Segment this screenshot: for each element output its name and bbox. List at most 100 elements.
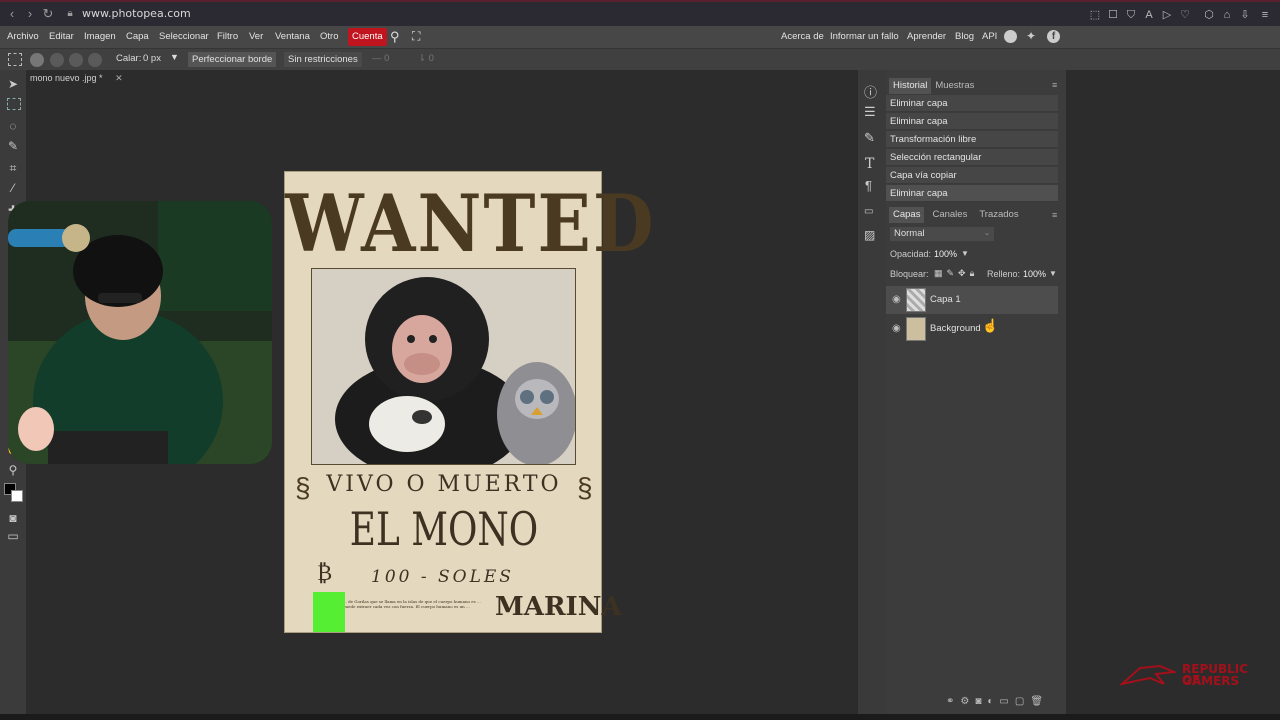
reload-icon[interactable]: ↻ bbox=[40, 6, 56, 22]
layer-row-capa-1[interactable]: ◉ Capa 1 bbox=[886, 286, 1058, 314]
bookmark-icon[interactable]: ☐ bbox=[1106, 8, 1120, 22]
poster-left-ornament-icon: § bbox=[295, 472, 311, 503]
menu-icon[interactable]: ≡ bbox=[1258, 8, 1272, 22]
eyedropper-tool-icon[interactable]: ⁄ bbox=[5, 180, 21, 196]
blend-mode-select[interactable]: Normal ⌄ bbox=[890, 227, 994, 241]
menu-ventana[interactable]: Ventana bbox=[271, 26, 314, 48]
green-k-logo bbox=[313, 592, 345, 632]
zoom-tool-icon[interactable]: ⚲ bbox=[5, 462, 21, 478]
document-tab[interactable]: mono nuevo .jpg * ✕ bbox=[30, 73, 123, 87]
fullscreen-icon[interactable]: ⛶ bbox=[412, 29, 420, 44]
crop-tool-icon[interactable]: ⌗ bbox=[5, 160, 21, 176]
link-aprender[interactable]: Aprender bbox=[903, 26, 950, 48]
mode-new-icon[interactable] bbox=[30, 53, 44, 67]
fill-dropdown-icon[interactable]: ▼ bbox=[1049, 269, 1057, 278]
lasso-tool-icon[interactable]: ◌ bbox=[5, 118, 21, 134]
extensions-icon[interactable]: ⬡ bbox=[1202, 8, 1216, 22]
eye-icon[interactable]: ◉ bbox=[892, 294, 901, 305]
tab-muestras[interactable]: Muestras bbox=[931, 78, 978, 94]
link-api[interactable]: API bbox=[978, 26, 1001, 48]
menu-archivo[interactable]: Archivo bbox=[3, 26, 43, 48]
mode-subtract-icon[interactable] bbox=[69, 53, 83, 67]
properties-icon[interactable]: ☰ bbox=[864, 104, 876, 120]
image-icon[interactable]: ▨ bbox=[864, 228, 875, 242]
panel-icon-strip: ⓘ ☰ ✎ T ¶ ▭ ▨ bbox=[858, 70, 886, 714]
opacity-input[interactable]: 100% bbox=[934, 249, 957, 259]
history-item[interactable]: Capa vía copiar bbox=[886, 167, 1058, 184]
layers-menu-icon[interactable]: ≡ bbox=[1052, 210, 1057, 220]
dropdown-arrow-icon[interactable]: ▼ bbox=[170, 52, 179, 62]
rect-select-tool-icon[interactable] bbox=[7, 98, 21, 110]
history-item[interactable]: Selección rectangular bbox=[886, 149, 1058, 166]
translate-icon[interactable]: A bbox=[1142, 8, 1156, 22]
poster-fine-print: ... de Gorilas que se llama en la islas … bbox=[343, 599, 481, 609]
marquee-icon[interactable] bbox=[8, 53, 22, 66]
tab-capas[interactable]: Capas bbox=[889, 207, 925, 223]
layer-name[interactable]: Background bbox=[930, 323, 981, 334]
opacity-label: Opacidad: bbox=[890, 249, 932, 259]
poster-name: EL MONO bbox=[349, 502, 539, 556]
profile-icon[interactable]: ⌂ bbox=[1220, 8, 1234, 22]
mode-intersect-icon[interactable] bbox=[88, 53, 102, 67]
wanted-poster-image: WANTED VIVO O MUERTO EL MONO 100 - SOLES… bbox=[284, 171, 654, 633]
info-icon[interactable]: ⓘ bbox=[864, 82, 877, 101]
lock-options-icons[interactable]: ▦✎✥🔒︎ bbox=[934, 268, 978, 279]
calar-input[interactable]: 0 px bbox=[143, 53, 161, 64]
screen-mode-icon[interactable]: ▭ bbox=[5, 528, 21, 544]
history-menu-icon[interactable]: ≡ bbox=[1052, 80, 1057, 90]
link-acerca[interactable]: Acerca de bbox=[777, 26, 828, 48]
fill-label: Relleno: bbox=[987, 269, 1021, 279]
brush-icon[interactable]: ✎ bbox=[864, 130, 875, 146]
link-informar[interactable]: Informar un fallo bbox=[826, 26, 903, 48]
character-icon[interactable]: T bbox=[865, 156, 874, 172]
facebook-icon[interactable]: f bbox=[1047, 30, 1060, 43]
fill-input[interactable]: 100% bbox=[1023, 269, 1046, 279]
width-field[interactable]: — 0 bbox=[372, 53, 389, 64]
tab-trazados[interactable]: Trazados bbox=[975, 207, 1022, 223]
menu-otro[interactable]: Otro bbox=[316, 26, 342, 48]
history-item[interactable]: Eliminar capa bbox=[886, 95, 1058, 112]
quick-mask-icon[interactable]: ◙ bbox=[5, 510, 21, 526]
magic-wand-tool-icon[interactable]: ✎ bbox=[5, 138, 21, 154]
close-tab-icon[interactable]: ✕ bbox=[115, 73, 123, 83]
menu-imagen[interactable]: Imagen bbox=[80, 26, 120, 48]
layer-row-background[interactable]: ◉ Background bbox=[886, 315, 1058, 343]
history-item[interactable]: Eliminar capa bbox=[886, 113, 1058, 130]
height-field[interactable]: ⇂ 0 bbox=[418, 53, 434, 64]
mode-add-icon[interactable] bbox=[50, 53, 64, 67]
address-bar[interactable]: www.photopea.com bbox=[82, 7, 191, 20]
twitter-icon[interactable]: ✦ bbox=[1026, 29, 1036, 43]
back-icon[interactable]: ‹ bbox=[4, 6, 20, 22]
history-item[interactable]: Transformación libre bbox=[886, 131, 1058, 148]
menu-ver[interactable]: Ver bbox=[245, 26, 267, 48]
menu-cuenta[interactable]: Cuenta bbox=[348, 28, 387, 46]
poster-right-ornament-icon: § bbox=[577, 472, 593, 503]
reddit-icon[interactable] bbox=[1004, 30, 1017, 43]
background-color-swatch[interactable] bbox=[11, 490, 23, 502]
heart-icon[interactable]: ♡ bbox=[1178, 8, 1192, 22]
tab-canales[interactable]: Canales bbox=[928, 207, 971, 223]
perfeccionar-borde-button[interactable]: Perfeccionar borde bbox=[188, 52, 277, 67]
css-icon[interactable]: ▭ bbox=[864, 206, 873, 217]
paragraph-icon[interactable]: ¶ bbox=[865, 178, 872, 193]
history-item-current[interactable]: Eliminar capa bbox=[886, 185, 1058, 202]
layer-name[interactable]: Capa 1 bbox=[930, 294, 961, 305]
menu-filtro[interactable]: Filtro bbox=[213, 26, 242, 48]
menu-editar[interactable]: Editar bbox=[45, 26, 78, 48]
tool-options-bar: Calar: 0 px ▼ Perfeccionar borde Sin res… bbox=[0, 48, 1280, 70]
shield-icon[interactable]: ⛉ bbox=[1124, 8, 1138, 22]
restriction-select[interactable]: Sin restricciones bbox=[284, 52, 362, 67]
layer-actions-icons[interactable]: ⚭⚙◙◐▭▢🗑︎ bbox=[946, 696, 1049, 707]
search-icon[interactable]: ⚲ bbox=[390, 29, 400, 45]
menu-seleccionar[interactable]: Seleccionar bbox=[155, 26, 213, 48]
tab-historial[interactable]: Historial bbox=[889, 78, 932, 94]
play-icon[interactable]: ▷ bbox=[1160, 8, 1174, 22]
menu-capa[interactable]: Capa bbox=[122, 26, 153, 48]
eye-icon[interactable]: ◉ bbox=[892, 323, 901, 334]
pin-icon[interactable]: ⬚ bbox=[1088, 8, 1102, 22]
move-tool-icon[interactable]: ➤ bbox=[5, 76, 21, 92]
opacity-dropdown-icon[interactable]: ▼ bbox=[961, 249, 969, 258]
link-blog[interactable]: Blog bbox=[951, 26, 978, 48]
forward-icon[interactable]: › bbox=[22, 6, 38, 22]
download-icon[interactable]: ⇩ bbox=[1238, 8, 1252, 22]
